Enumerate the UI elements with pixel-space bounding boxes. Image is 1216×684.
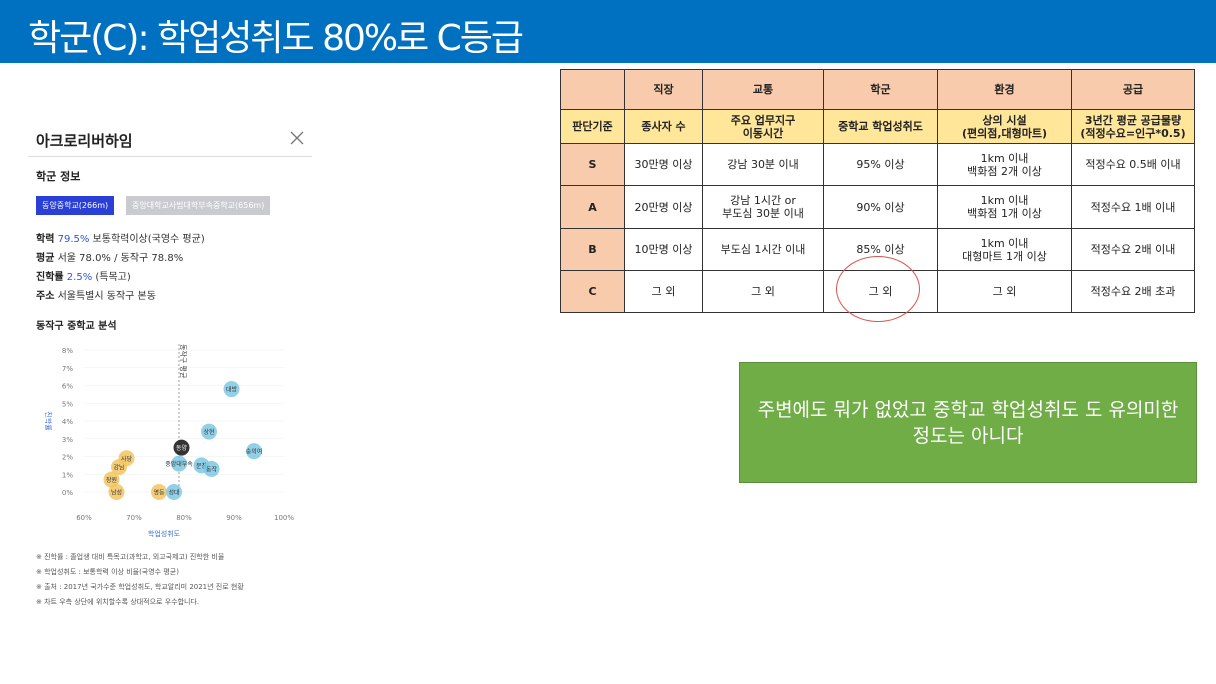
tab-school-1[interactable]: 동양중학교(266m) [36, 196, 115, 215]
table-cell: 10만명 이상 [624, 228, 703, 271]
table-cell: 95% 이상 [823, 143, 938, 186]
apartment-name: 아크로리버하임 [36, 132, 133, 150]
x-tick-label: 90% [226, 514, 242, 522]
reference-line-label: 동작구 평균 [179, 344, 188, 379]
subheader-cell: 판단기준 [560, 109, 625, 144]
y-tick-label: 1% [62, 471, 73, 479]
callout-text: 주변에도 뭐가 없었고 중학교 학업성취도 도 유의미한 정도는 아니다 [757, 398, 1179, 447]
x-tick-label: 70% [126, 514, 142, 522]
section-analysis: 동작구 중학교 분석 [36, 321, 117, 332]
section-school-info: 학군 정보 [36, 170, 81, 183]
info-achievement: 학력 79.5% 보통학력이상(국영수 평균) [36, 230, 205, 245]
subheader-cell: 중학교 학업성취도 [823, 109, 938, 144]
info-label: 평균 [36, 253, 55, 264]
y-tick-label: 6% [62, 383, 73, 391]
title-bar: 학군(C): 학업성취도 80%로 C등급 [0, 0, 1216, 63]
table-cell: 그 외 [624, 270, 703, 313]
table-cell: 적정수요 0.5배 이내 [1071, 143, 1195, 186]
subheader-cell: 3년간 평균 공급물량 (적정수요=인구*0.5) [1071, 109, 1195, 144]
table-cell: 그 외 [702, 270, 824, 313]
x-tick-label: 80% [176, 514, 192, 522]
table-cell: 강남 30분 이내 [702, 143, 824, 186]
info-address: 주소 서울특별시 동작구 본동 [36, 287, 156, 302]
close-icon[interactable] [289, 130, 305, 146]
table-cell: 1km 이내 백화점 1개 이상 [937, 185, 1072, 229]
table-header-row: 직장 교통 학군 환경 공급 [560, 69, 1195, 110]
point-label: 성대 [168, 489, 179, 497]
notes: ※ 진학률 : 졸업생 대비 특목고(과학고, 외고국제고) 진학한 비율 ※ … [36, 550, 316, 610]
point-label: 동양 [176, 444, 188, 452]
subheader-cell: 주요 업무지구 이동시간 [702, 109, 824, 144]
info-label: 진학률 [36, 272, 64, 283]
note-1: ※ 진학률 : 졸업생 대비 특목고(과학고, 외고국제고) 진학한 비율 [36, 553, 225, 561]
scatter-svg: 0% 1% 2% 3% 4% 5% 6% 7% 8% 60% 70% 80% 90% 100% 학업성취도 진… [44, 344, 294, 538]
grade-cell: C [560, 270, 625, 313]
point-label: 사당 [121, 455, 133, 463]
y-axis-label: 진학률 [44, 411, 53, 431]
table-cell: 적정수요 2배 이내 [1071, 228, 1195, 271]
subheader-cell: 상의 시설 (편의점,대형마트) [937, 109, 1072, 144]
table-row: S 30만명 이상 강남 30분 이내 95% 이상 1km 이내 백화점 2개… [560, 143, 1195, 186]
table-cell: 1km 이내 대형마트 1개 이상 [937, 228, 1072, 271]
table-cell: 30만명 이상 [624, 143, 703, 186]
info-label: 학력 [36, 234, 55, 245]
grade-cell: S [560, 143, 625, 186]
point-label: 대방 [226, 386, 238, 394]
header-cell: 공급 [1071, 69, 1195, 110]
info-value: 79.5% [57, 234, 90, 245]
note-4: ※ 차트 우측 상단에 위치할수록 상대적으로 우수합니다. [36, 598, 200, 606]
note-2: ※ 학업성취도 : 보통학력 이상 비율(국영수 평균) [36, 568, 179, 576]
table-cell: 그 외 [937, 270, 1072, 313]
y-tick-label: 5% [62, 400, 73, 408]
divider [28, 156, 312, 157]
y-tick-label: 0% [62, 489, 73, 497]
grade-cell: A [560, 185, 625, 229]
table-cell: 부도심 1시간 이내 [702, 228, 824, 271]
point-label: 중앙대부속 [165, 460, 193, 468]
info-label: 주소 [36, 291, 55, 302]
table-cell: 강남 1시간 or 부도심 30분 이내 [702, 185, 824, 229]
tab-school-2[interactable]: 중앙대학교사범대학부속중학교(656m) [126, 196, 271, 215]
x-tick-label: 100% [274, 514, 294, 522]
table-cell: 90% 이상 [823, 185, 938, 229]
point-label: 동작 [206, 466, 218, 473]
slide-title: 학군(C): 학업성취도 80%로 C등급 [28, 18, 524, 59]
highlight-circle [836, 256, 920, 322]
point-label: 숭의여 [246, 448, 263, 456]
table-subheader-row: 판단기준 종사자 수 주요 업무지구 이동시간 중학교 학업성취도 상의 시설 … [560, 109, 1195, 144]
point-label: 상현 [203, 428, 214, 436]
header-cell: 직장 [624, 69, 703, 110]
header-cell: 학군 [823, 69, 938, 110]
header-cell: 환경 [937, 69, 1072, 110]
comment-callout: 주변에도 뭐가 없었고 중학교 학업성취도 도 유의미한 정도는 아니다 [739, 362, 1197, 483]
info-text: 서울 78.0% / 동작구 78.8% [54, 253, 184, 264]
table-row: A 20만명 이상 강남 1시간 or 부도심 30분 이내 90% 이상 1k… [560, 185, 1195, 229]
info-text: (특목고) [92, 272, 131, 283]
scatter-chart: 0% 1% 2% 3% 4% 5% 6% 7% 8% 60% 70% 80% 90% 100% 학업성취도 진… [28, 340, 298, 540]
info-value: 2.5% [66, 272, 93, 283]
subheader-cell: 종사자 수 [624, 109, 703, 144]
info-advancement: 진학률 2.5% (특목고) [36, 268, 131, 283]
y-tick-label: 7% [62, 365, 73, 373]
table-cell: 적정수요 1배 이내 [1071, 185, 1195, 229]
y-tick-label: 8% [62, 347, 73, 355]
point-label: 남성 [111, 489, 122, 497]
table-cell: 적정수요 2배 초과 [1071, 270, 1195, 313]
info-average: 평균 서울 78.0% / 동작구 78.8% [36, 249, 183, 264]
info-text: 서울특별시 동작구 본동 [54, 291, 156, 302]
note-3: ※ 출처 : 2017년 국가수준 학업성취도, 학교알리미 2021년 진로 … [36, 583, 244, 591]
point-label: 영등 [153, 489, 165, 497]
table-cell: 20만명 이상 [624, 185, 703, 229]
header-cell: 교통 [702, 69, 824, 110]
x-tick-label: 60% [76, 514, 92, 522]
x-axis-label: 학업성취도 [148, 529, 181, 538]
y-tick-label: 3% [62, 436, 73, 444]
y-tick-label: 4% [62, 418, 73, 426]
y-tick-label: 2% [62, 454, 73, 462]
point-label: 장원 [106, 476, 117, 484]
table-cell: 1km 이내 백화점 2개 이상 [937, 143, 1072, 186]
header-cell [560, 69, 625, 110]
info-text: 보통학력이상(국영수 평균) [89, 234, 205, 245]
grade-cell: B [560, 228, 625, 271]
